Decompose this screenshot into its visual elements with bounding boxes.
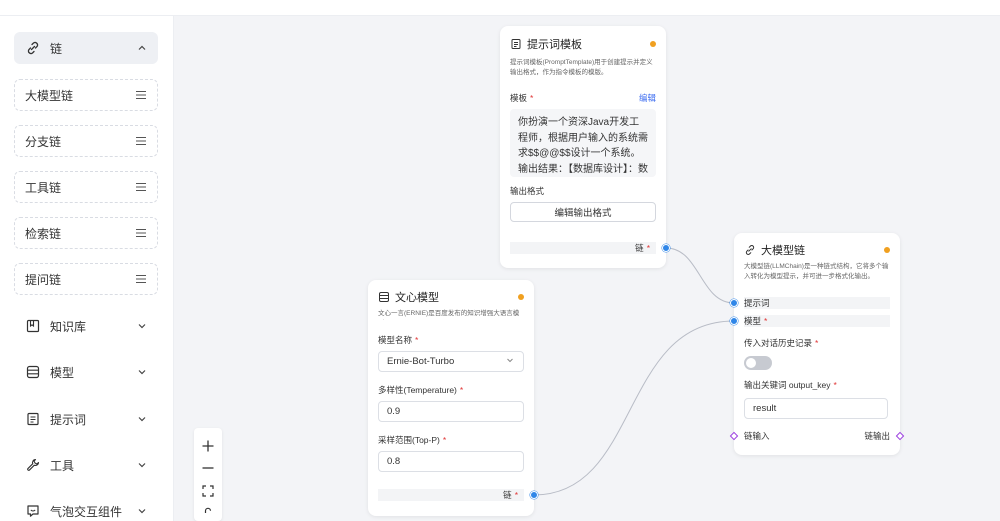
fit-view-button[interactable] <box>199 483 217 499</box>
chain-output-label: 链输出 <box>864 431 890 441</box>
layers-icon <box>378 291 390 303</box>
temperature-label: 多样性(Temperature) * <box>368 384 534 396</box>
history-toggle[interactable] <box>744 356 772 370</box>
prompt-output-port[interactable] <box>662 244 670 252</box>
field-label-text: 模型名称 <box>378 335 413 345</box>
status-dot <box>884 247 890 253</box>
required-mark: * <box>415 335 419 345</box>
chain-output-port-row: 链 * <box>510 242 656 254</box>
node-title: 文心模型 <box>395 292 439 304</box>
required-mark: * <box>442 435 447 445</box>
model-output-port[interactable] <box>530 491 538 499</box>
toggle-knob <box>746 358 756 368</box>
model-name-select[interactable]: Ernie-Bot-Turbo <box>378 351 524 372</box>
field-label-text: 输出关键词 output_key <box>744 380 831 390</box>
required-mark: * <box>459 385 464 395</box>
wenxin-model-node[interactable]: 文心模型 文心一言(ERNIE)是百度发布的知识增强大语言模型。 模型名称* E… <box>368 280 538 516</box>
top-p-input[interactable]: 0.8 <box>378 451 524 472</box>
zoom-in-button[interactable] <box>199 438 217 454</box>
node-title: 提示词模板 <box>527 39 582 51</box>
field-label-text: 多样性(Temperature) <box>378 385 457 395</box>
model-input-port[interactable] <box>730 317 738 325</box>
history-label: 传入对话历史记录 * <box>734 337 828 349</box>
temperature-input[interactable]: 0.9 <box>378 401 524 422</box>
model-input-port-row: 模型 * <box>744 315 890 327</box>
lock-icon[interactable] <box>199 505 217 521</box>
port-label: 模型 <box>744 316 762 326</box>
node-title: 大模型链 <box>761 245 805 257</box>
edge-prompt-to-llmchain <box>665 247 735 304</box>
port-label: 链 <box>503 490 512 500</box>
edit-output-format-button[interactable]: 编辑输出格式 <box>510 202 656 222</box>
field-label-text: 传入对话历史记录 <box>744 338 813 348</box>
edit-template-link[interactable]: 编辑 <box>639 92 656 104</box>
output-key-label: 输出关键词 output_key * <box>734 379 847 391</box>
template-text-box[interactable]: 你扮演一个资深Java开发工程师，根据用户输入的系统需求$$@@$$设计一个系统… <box>510 109 656 177</box>
node-description: 提示词模板(PromptTemplate)用于创建提示并定义输出格式，作为指令模… <box>510 59 653 76</box>
prompt-template-node[interactable]: 提示词模板 提示词模板(PromptTemplate)用于创建提示并定义输出格式… <box>500 26 670 268</box>
zoom-out-button[interactable] <box>199 460 217 476</box>
required-mark: * <box>764 316 768 326</box>
required-mark: * <box>815 338 819 348</box>
prompt-input-port-row: 提示词 <box>744 297 890 309</box>
model-name-label: 模型名称 * <box>368 334 534 346</box>
edge-model-to-llmchain <box>533 320 735 496</box>
top-p-label: 采样范围(Top-P) * <box>368 434 534 446</box>
required-mark: * <box>514 490 518 500</box>
chain-input-label: 链输入 <box>744 431 770 441</box>
status-dot <box>650 41 656 47</box>
required-mark: * <box>530 93 534 103</box>
port-label: 链 <box>635 243 644 253</box>
output-format-label: 输出格式 <box>510 186 545 196</box>
chain-output-port-row: 链 * <box>378 489 524 501</box>
template-field-label: 模板 * 编辑 <box>500 92 666 104</box>
select-value: Ernie-Bot-Turbo <box>387 356 455 367</box>
chevron-down-icon <box>505 355 515 368</box>
field-label-text: 模板 <box>510 93 528 103</box>
node-description: 文心一言(ERNIE)是百度发布的知识增强大语言模型。 <box>378 310 520 317</box>
prompt-input-port[interactable] <box>730 299 738 307</box>
canvas-controls <box>194 428 222 521</box>
node-description: 大模型链(LLMChain)是一种链式结构，它将多个输入转化为模型提示，并可进一… <box>744 263 889 280</box>
document-icon <box>510 38 522 50</box>
link-icon <box>744 244 756 256</box>
status-dot <box>518 294 524 300</box>
field-label-text: 采样范围(Top-P) <box>378 435 440 445</box>
output-key-input[interactable]: result <box>744 398 888 419</box>
llm-chain-node[interactable]: 大模型链 大模型链(LLMChain)是一种链式结构，它将多个输入转化为模型提示… <box>729 233 905 455</box>
port-label: 提示词 <box>744 298 770 308</box>
required-mark: * <box>833 380 837 390</box>
required-mark: * <box>646 243 650 253</box>
